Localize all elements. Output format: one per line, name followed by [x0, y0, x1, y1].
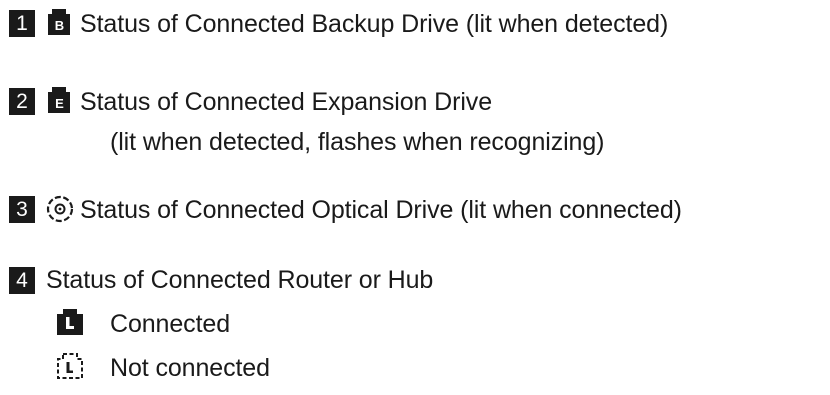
lan-not-connected-icon — [56, 352, 84, 380]
item-number-badge: 2 — [9, 88, 35, 115]
state-label-connected: Connected — [110, 310, 231, 338]
optical-drive-icon — [46, 194, 74, 224]
item-description: Status of Connected Router or Hub — [46, 266, 434, 294]
item-number-badge: 3 — [9, 196, 35, 223]
svg-text:B: B — [55, 18, 64, 33]
item-description-continued: (lit when detected, flashes when recogni… — [110, 128, 605, 156]
lan-connected-icon — [56, 308, 84, 336]
svg-text:E: E — [55, 96, 64, 111]
item-description: Status of Connected Backup Drive (lit wh… — [80, 10, 669, 38]
state-label-not-connected: Not connected — [110, 354, 270, 382]
expansion-drive-icon: E — [47, 86, 71, 114]
backup-drive-icon: B — [47, 8, 71, 36]
item-description: Status of Connected Expansion Drive — [80, 88, 493, 116]
item-description: Status of Connected Optical Drive (lit w… — [80, 196, 682, 224]
item-number-badge: 1 — [9, 10, 35, 37]
item-number-badge: 4 — [9, 267, 35, 294]
